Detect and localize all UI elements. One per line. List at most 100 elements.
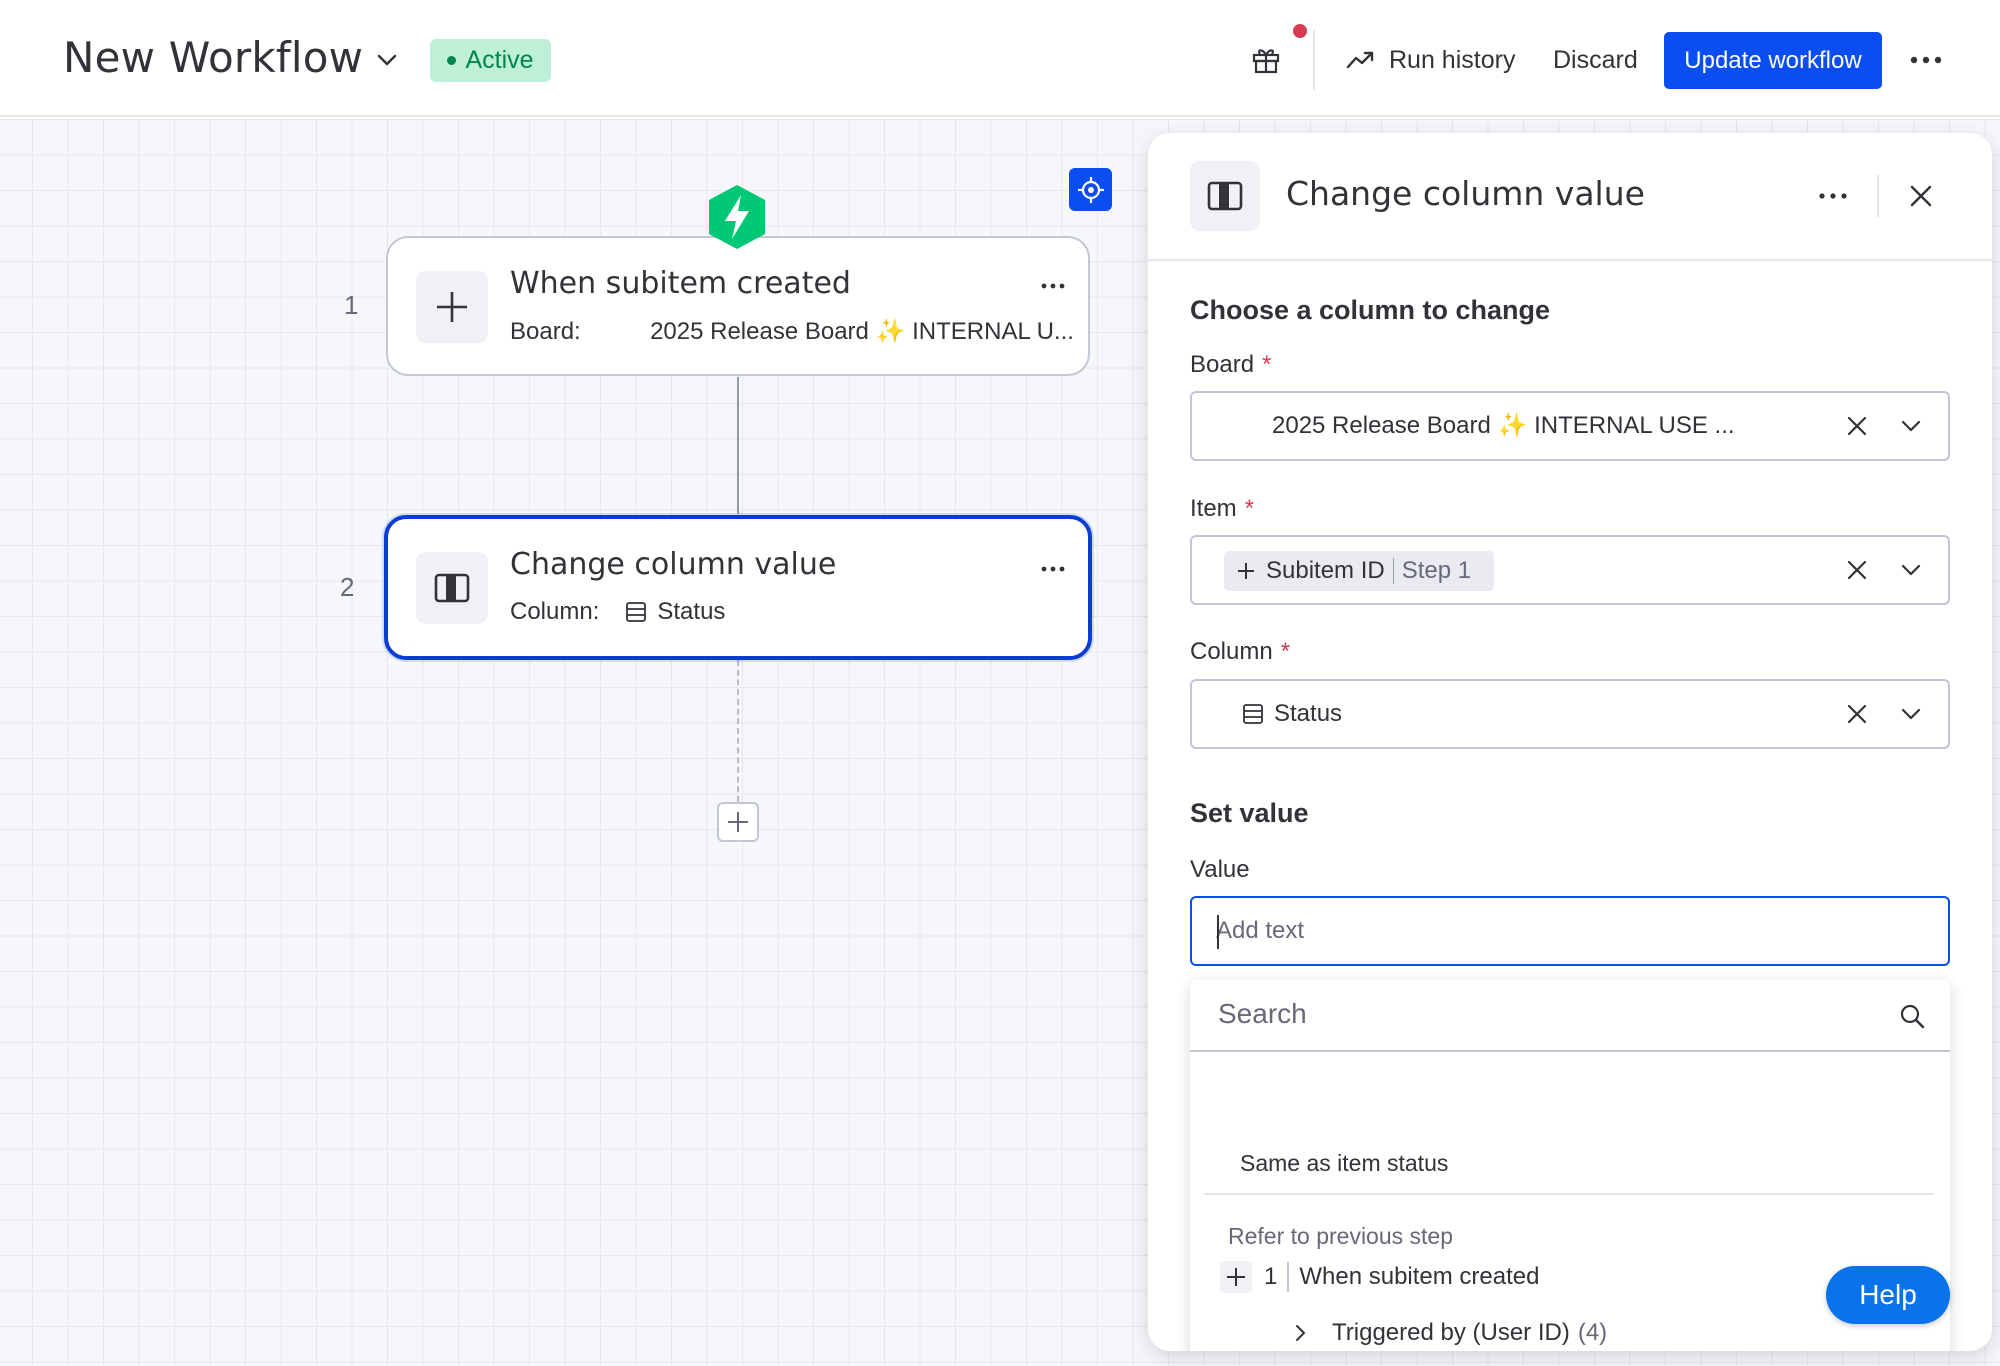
trigger-step-card[interactable]: When subitem created Board: 2025 Release… — [386, 236, 1090, 376]
node-icon-box — [416, 552, 488, 624]
status-dot — [447, 56, 457, 65]
run-history-label: Run history — [1389, 45, 1516, 74]
chevron-down-icon[interactable] — [372, 48, 402, 72]
clear-icon[interactable] — [1844, 701, 1870, 727]
step-divider — [1287, 1262, 1290, 1292]
group-label-previous-step: Refer to previous step — [1228, 1223, 1454, 1249]
section-heading-set-value: Set value — [1190, 798, 1309, 828]
search-input[interactable]: Search — [1218, 998, 1307, 1030]
board-field-label: Board * — [1190, 351, 1271, 379]
step-sub-label: Column: — [510, 598, 600, 625]
add-step-connector — [737, 660, 739, 802]
column-icon — [1207, 181, 1243, 211]
chevron-down-icon[interactable] — [1898, 703, 1924, 725]
step-sub-value: Status — [657, 598, 726, 625]
step-connector — [737, 377, 739, 514]
item-chip[interactable]: Subitem ID Step 1 — [1224, 551, 1494, 591]
workflow-title[interactable]: New Workflow — [63, 33, 363, 82]
sub-option-count: (4) — [1577, 1319, 1608, 1346]
gift-icon[interactable] — [1250, 44, 1282, 76]
board-select[interactable]: 2025 Release Board ✨ INTERNAL USE ... — [1190, 391, 1950, 461]
step-number: 1 — [344, 290, 359, 320]
column-select-value: Status — [1274, 700, 1343, 727]
step-title: Change column value — [510, 547, 837, 582]
step-sub-value-prefix: 2025 Release Board — [650, 318, 869, 345]
value-field-label: Value — [1190, 856, 1250, 883]
required-mark: * — [1262, 351, 1272, 378]
search-icon — [1900, 1004, 1925, 1029]
column-icon — [434, 573, 470, 603]
column-select[interactable]: Status — [1190, 679, 1950, 749]
panel-icon-box — [1190, 161, 1260, 231]
sparkles-emoji: ✨ — [875, 318, 906, 345]
board-value-suffix: INTERNAL USE ... — [1534, 412, 1735, 439]
item-field-label: Item * — [1190, 495, 1254, 523]
board-label-text: Board — [1190, 351, 1255, 378]
clear-icon[interactable] — [1844, 557, 1870, 583]
trend-icon — [1346, 51, 1374, 69]
value-input[interactable]: Add text — [1190, 896, 1950, 966]
required-mark: * — [1280, 638, 1291, 665]
notification-dot — [1293, 24, 1307, 38]
section-heading-choose-column: Choose a column to change — [1190, 295, 1551, 325]
more-horizontal-icon[interactable] — [1040, 281, 1066, 291]
item-chip-name: Subitem ID — [1266, 557, 1385, 584]
clear-icon[interactable] — [1844, 413, 1870, 439]
required-mark: * — [1244, 495, 1255, 522]
step-number: 2 — [340, 572, 355, 602]
sparkles-emoji: ✨ — [1497, 412, 1528, 439]
update-workflow-button[interactable]: Update workflow — [1664, 32, 1882, 89]
help-button[interactable]: Help — [1826, 1266, 1950, 1324]
plus-icon — [1238, 563, 1254, 579]
close-icon[interactable] — [1906, 181, 1936, 211]
step-sub-label: Board: — [510, 318, 581, 345]
status-badge: Active — [430, 39, 551, 82]
node-icon-box — [416, 271, 488, 343]
discard-button[interactable]: Discard — [1553, 40, 1638, 80]
action-step-card[interactable]: Change column value Column: Status — [384, 515, 1092, 660]
chevron-down-icon[interactable] — [1898, 559, 1924, 581]
previous-step-name: When subitem created — [1299, 1263, 1540, 1290]
step-sub-value-suffix: INTERNAL U... — [912, 318, 1074, 345]
column-label-text: Column — [1190, 638, 1273, 665]
dropdown-divider — [1204, 1193, 1934, 1195]
more-horizontal-icon[interactable] — [1040, 564, 1066, 574]
recenter-button[interactable] — [1069, 168, 1112, 211]
chip-divider — [1392, 558, 1394, 584]
more-horizontal-icon[interactable] — [1908, 46, 1944, 74]
board-value-prefix: 2025 Release Board — [1272, 412, 1491, 439]
step-config-panel: Change column value Choose a column to c… — [1148, 133, 1992, 1351]
lightning-icon — [709, 185, 765, 249]
plus-icon — [1220, 1261, 1252, 1293]
status-label: Active — [465, 46, 534, 74]
step-subtitle: Board: 2025 Release Board ✨ INTERNAL U..… — [510, 317, 1074, 346]
status-column-icon — [1243, 704, 1263, 724]
column-field-label: Column * — [1190, 638, 1290, 666]
plus-icon — [728, 812, 748, 832]
item-select[interactable]: Subitem ID Step 1 — [1190, 535, 1950, 605]
board-select-value: 2025 Release Board ✨ INTERNAL USE ... — [1272, 393, 1735, 459]
previous-step-row[interactable]: 1 When subitem created — [1220, 1257, 1539, 1297]
more-horizontal-icon[interactable] — [1818, 191, 1848, 201]
panel-header-divider — [1877, 175, 1879, 217]
item-chip-step: Step 1 — [1401, 557, 1472, 584]
text-caret — [1217, 915, 1219, 949]
step-title: When subitem created — [510, 266, 851, 301]
panel-header: Change column value — [1148, 133, 1992, 261]
option-same-as-item-status[interactable]: Same as item status — [1240, 1150, 1448, 1177]
chevron-right-icon — [1296, 1325, 1305, 1341]
option-triggered-by[interactable]: Triggered by (User ID) (4) — [1290, 1315, 1607, 1351]
add-step-button[interactable] — [717, 802, 759, 842]
step-subtitle: Column: Status — [510, 598, 725, 626]
item-label-text: Item — [1190, 495, 1237, 522]
header-divider — [1313, 30, 1315, 90]
dropdown-search[interactable]: Search — [1190, 980, 1950, 1052]
value-input-placeholder: Add text — [1216, 917, 1305, 944]
chevron-down-icon[interactable] — [1898, 415, 1924, 437]
plus-icon — [437, 292, 467, 322]
top-bar: New Workflow Active Run history Discard … — [0, 0, 2000, 117]
panel-title: Change column value — [1286, 174, 1645, 213]
run-history-button[interactable]: Run history — [1345, 40, 1515, 80]
status-column-icon — [626, 602, 647, 622]
target-icon — [1077, 176, 1104, 203]
